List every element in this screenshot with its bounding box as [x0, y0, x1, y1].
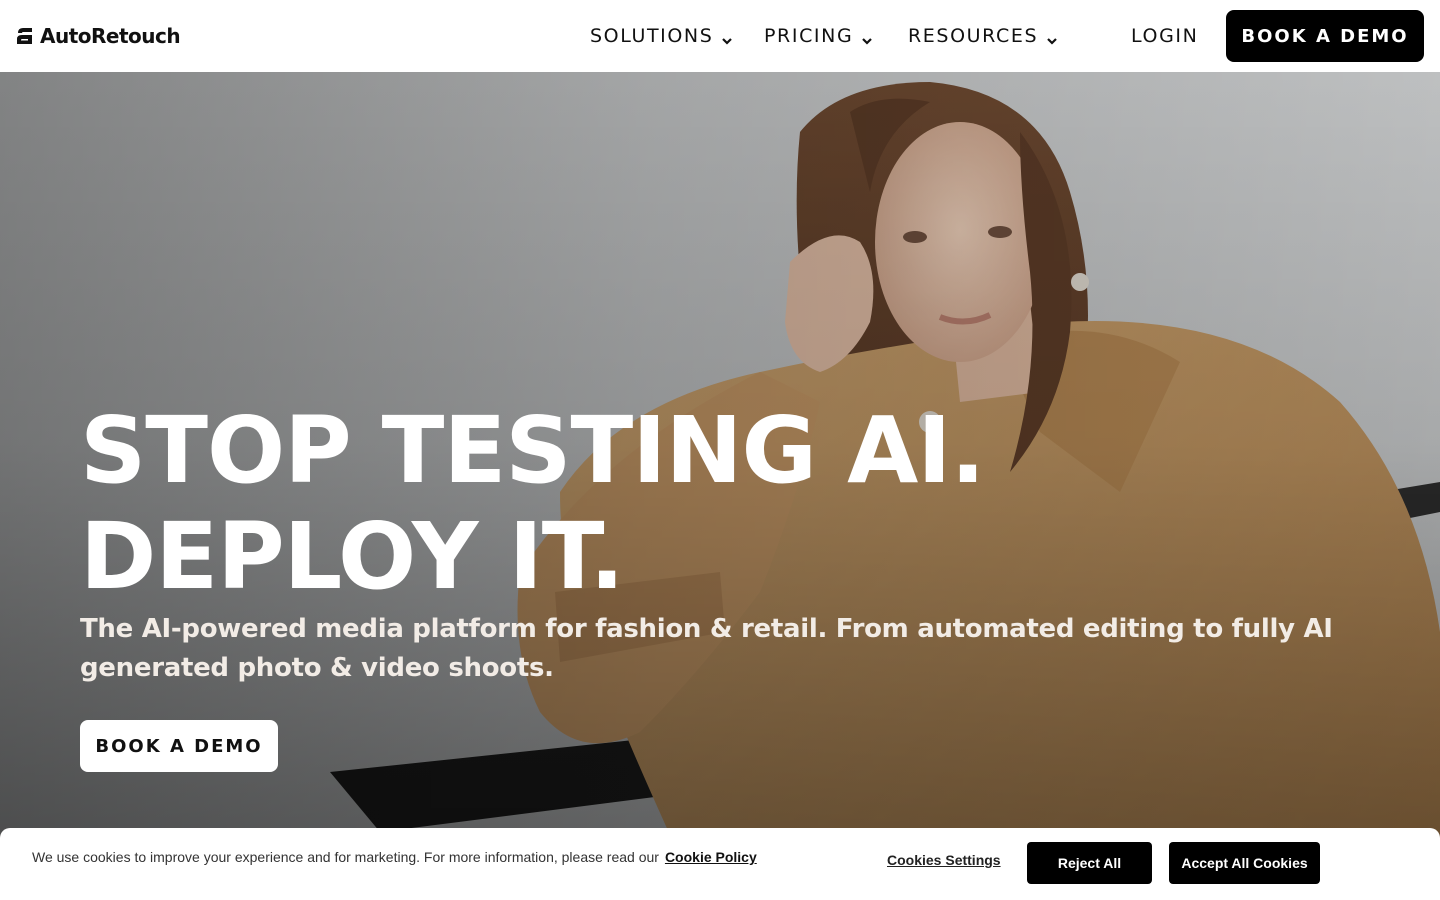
login-link[interactable]: LOGIN — [1131, 25, 1198, 47]
nav-login[interactable]: LOGIN — [1131, 0, 1198, 72]
chevron-down-icon — [721, 30, 733, 45]
hero-subheadline: The AI-powered media platform for fashio… — [80, 614, 1333, 683]
accept-all-cookies-button[interactable]: Accept All Cookies — [1169, 842, 1320, 884]
nav-pricing-label: PRICING — [764, 25, 854, 47]
cookie-message: We use cookies to improve your experienc… — [32, 848, 772, 867]
hero-headline: STOP TESTING AI. DEPLOY IT. — [80, 397, 985, 610]
chevron-down-icon — [1046, 30, 1058, 45]
cookies-settings-button[interactable]: Cookies Settings — [887, 852, 1001, 868]
nav-solutions-label: SOLUTIONS — [590, 25, 714, 47]
logo[interactable]: AutoRetouch — [16, 22, 181, 50]
site-header: AutoRetouch SOLUTIONS PRICING RESOURCES … — [0, 0, 1440, 72]
nav-solutions[interactable]: SOLUTIONS — [590, 0, 733, 72]
cookie-policy-link[interactable]: Cookie Policy — [665, 849, 757, 865]
nav-resources[interactable]: RESOURCES — [908, 0, 1058, 72]
nav-pricing[interactable]: PRICING — [764, 0, 873, 72]
book-demo-hero-button[interactable]: BOOK A DEMO — [80, 720, 278, 772]
book-demo-header-button[interactable]: BOOK A DEMO — [1226, 10, 1424, 62]
reject-all-button[interactable]: Reject All — [1027, 842, 1152, 884]
nav-resources-label: RESOURCES — [908, 25, 1039, 47]
chevron-down-icon — [861, 30, 873, 45]
logo-text: AutoRetouch — [40, 24, 181, 48]
autoretouch-logo-icon — [16, 27, 34, 45]
cookie-message-text: We use cookies to improve your experienc… — [32, 849, 659, 865]
cookie-banner: We use cookies to improve your experienc… — [0, 828, 1440, 900]
hero-section: STOP TESTING AI. DEPLOY IT. The AI-power… — [0, 72, 1440, 900]
